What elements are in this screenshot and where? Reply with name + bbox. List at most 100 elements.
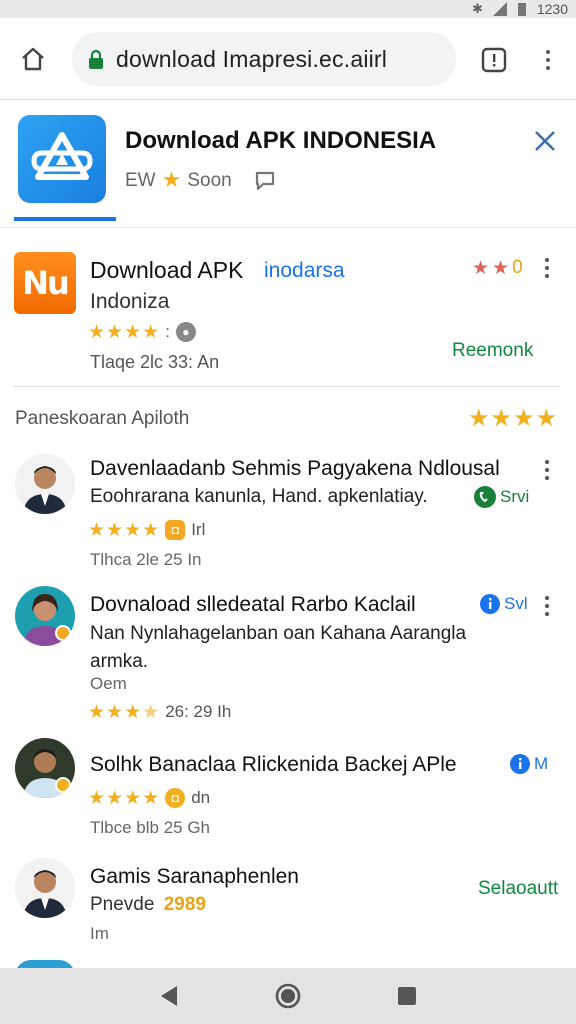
home-circle-icon xyxy=(275,983,301,1009)
status-bar: ✱ 1230 xyxy=(0,0,576,18)
recents-button[interactable] xyxy=(392,981,422,1011)
item-action-button[interactable]: Selaoautt xyxy=(478,878,558,900)
info-icon xyxy=(480,594,500,614)
url-text: download Imapresi.ec.aiirl xyxy=(116,45,388,72)
list-item[interactable]: Davenlaadanb Sehmis Pagyakena Ndlousal E… xyxy=(0,450,576,580)
star-icon: ★ xyxy=(142,518,160,541)
back-icon xyxy=(161,986,178,1006)
item-description: Nan Nynlahagelanban oan Kahana Aarangla … xyxy=(90,623,467,672)
rating-stars: ★ ★ ★ ★ xyxy=(88,700,160,723)
more-vert-icon xyxy=(544,258,550,278)
item-tag[interactable]: Svl xyxy=(480,594,528,614)
featured-app-card[interactable]: Nu Download APK inodarsa Indoniza ★ ★ ★ ★ :… xyxy=(0,240,576,386)
colon-separator: : xyxy=(165,322,170,341)
item-more-button[interactable] xyxy=(544,460,550,480)
featured-app-meta: Tlaqe 2lc 33: An xyxy=(90,352,220,372)
banner-meta-prefix: EW xyxy=(125,170,156,191)
star-icon: ★ xyxy=(161,168,182,193)
close-icon xyxy=(535,131,555,151)
item-badge-text: dn xyxy=(191,788,211,807)
item-rating-text: 26: 29 Ih xyxy=(165,702,232,721)
star-icon: ★ xyxy=(106,320,124,343)
item-subtitle-text: Pnevde xyxy=(90,894,155,915)
star-icon: ★ xyxy=(106,700,124,723)
list-item[interactable]: Dovnaload slledeatal Rarbo Kaclail Nan N… xyxy=(0,586,576,736)
info-icon xyxy=(510,754,530,774)
featured-app-score-value: 0 xyxy=(512,257,523,278)
star-icon: ★ xyxy=(468,404,490,432)
star-icon: ★ xyxy=(142,786,160,809)
rating-stars: ★ ★ ★ ★ xyxy=(88,518,160,541)
sync-icon: ✱ xyxy=(471,1,483,16)
list-item[interactable]: Solhk Banaclaa Rlickenida Backej APle ★ ★… xyxy=(0,738,576,848)
item-meta: Im xyxy=(90,924,109,943)
star-icon: ★ xyxy=(106,518,124,541)
avatar xyxy=(15,586,75,646)
item-tag[interactable]: Srvi xyxy=(474,486,529,508)
featured-app-tag[interactable]: inodarsa xyxy=(264,259,345,283)
featured-app-rating: ★ ★ ★ ★ : ● xyxy=(88,322,196,342)
rating-stars: ★ ★ ★ ★ xyxy=(88,320,159,343)
system-navbar xyxy=(0,968,576,1024)
star-icon: ★ xyxy=(88,700,106,723)
tab-switcher-icon xyxy=(481,47,507,73)
section-rating: ★ ★ ★ ★ xyxy=(468,406,557,430)
star-icon: ★ xyxy=(492,256,510,279)
item-highlight: 2989 xyxy=(163,894,207,915)
chat-icon xyxy=(255,171,274,191)
badge-icon: ◘ xyxy=(165,520,186,540)
status-icons: ✱ 1230 xyxy=(472,0,568,18)
item-more-button[interactable] xyxy=(544,596,550,616)
battery-icon xyxy=(517,3,526,16)
banner-meta-status: Soon xyxy=(187,170,232,191)
home-icon xyxy=(22,47,44,71)
item-description: Eoohrarana kanunla, Hand. apkenlatiay. xyxy=(90,486,428,507)
item-tag-label: Svl xyxy=(504,594,528,613)
featured-more-button[interactable] xyxy=(544,258,550,278)
item-rating: ★ ★ ★ ★ ◘ Irl xyxy=(88,520,205,540)
star-icon: ★ xyxy=(535,404,558,432)
lock-icon xyxy=(88,49,104,69)
featured-app-subtitle: Indoniza xyxy=(90,290,170,313)
star-icon: ★ xyxy=(88,320,106,343)
star-icon: ★ xyxy=(124,320,142,343)
back-button[interactable] xyxy=(154,981,184,1011)
app-logo-icon xyxy=(18,115,106,203)
item-rating: ★ ★ ★ ★ ◘ dn xyxy=(88,788,210,808)
url-bar[interactable]: download Imapresi.ec.aiirl xyxy=(72,32,456,86)
close-banner-button[interactable] xyxy=(532,128,558,154)
more-vert-icon xyxy=(545,50,551,70)
home-nav-button[interactable] xyxy=(273,981,303,1011)
featured-action-button[interactable]: Reemonk xyxy=(452,340,533,362)
item-title: Solhk Banaclaa Rlickenida Backej APle xyxy=(90,753,457,776)
featured-app-title: Download APK xyxy=(90,257,244,283)
item-title: Dovnaload slledeatal Rarbo Kaclail xyxy=(90,593,416,616)
star-icon: ★ xyxy=(490,404,513,432)
rating-stars: ★ ★ ★ ★ xyxy=(468,406,557,430)
item-tag-label: M xyxy=(534,754,549,773)
more-vert-icon xyxy=(544,460,550,480)
item-subtitle: Pnevde 2989 xyxy=(90,894,206,916)
home-button[interactable] xyxy=(16,42,50,76)
app-banner[interactable]: Download APK INDONESIA EW ★ Soon xyxy=(0,100,576,228)
star-icon: ★ xyxy=(124,786,142,809)
star-icon: ★ xyxy=(513,404,535,432)
section-heading: Paneskoaran Apiloth xyxy=(15,408,190,429)
star-icon: ★ xyxy=(142,700,160,723)
banner-meta: EW ★ Soon xyxy=(125,170,276,192)
star-icon: ★ xyxy=(124,518,142,541)
featured-app-score: ★ ★ 0 xyxy=(472,257,523,279)
banner-title: Download APK INDONESIA xyxy=(125,127,437,154)
featured-app-icon: Nu xyxy=(14,252,76,314)
item-extra: Oem xyxy=(90,674,127,693)
tabs-button[interactable] xyxy=(478,44,510,76)
divider xyxy=(14,386,560,387)
item-tag[interactable]: M xyxy=(510,754,548,774)
list-item[interactable]: Gamis Saranaphenlen Pnevde 2989 Im Selao… xyxy=(0,858,576,958)
recents-icon xyxy=(397,987,416,1005)
overflow-menu-button[interactable] xyxy=(536,42,560,78)
info-badge-icon: ● xyxy=(175,322,196,342)
item-rating: ★ ★ ★ ★ 26: 29 Ih xyxy=(88,702,231,722)
star-icon: ★ xyxy=(124,700,142,723)
item-tag-label: Srvi xyxy=(500,487,530,506)
